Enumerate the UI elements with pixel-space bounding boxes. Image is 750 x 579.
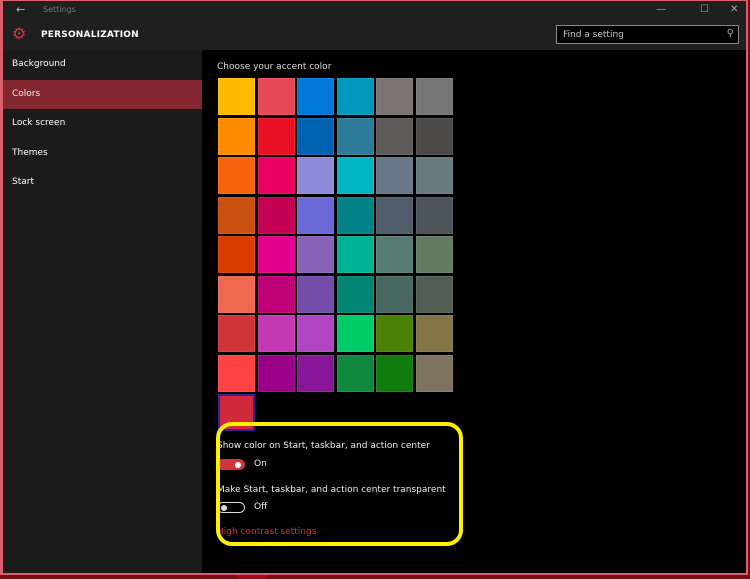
- color-swatch[interactable]: [257, 315, 295, 352]
- transparent-toggle[interactable]: [217, 502, 245, 513]
- color-swatch[interactable]: [218, 78, 255, 115]
- sidebar-item-themes[interactable]: Themes: [3, 139, 202, 169]
- color-swatch[interactable]: [415, 354, 453, 392]
- sidebar-item-background[interactable]: Background: [3, 50, 202, 80]
- transparent-state: Off: [254, 502, 268, 512]
- color-swatch[interactable]: [415, 78, 453, 115]
- color-swatch[interactable]: [297, 157, 334, 194]
- title-bar: ← Settings — ☐ ✕: [3, 1, 746, 21]
- color-swatch[interactable]: [415, 117, 453, 155]
- transparent-label: Make Start, taskbar, and action center t…: [217, 485, 446, 495]
- color-swatch[interactable]: [415, 275, 453, 313]
- color-swatch[interactable]: [376, 236, 413, 273]
- toggle-knob: [235, 461, 241, 468]
- color-swatch[interactable]: [297, 315, 334, 352]
- show-color-label: Show color on Start, taskbar, and action…: [217, 441, 430, 451]
- color-swatch[interactable]: [336, 315, 374, 352]
- color-swatch[interactable]: [376, 275, 413, 313]
- color-swatch[interactable]: [257, 275, 295, 313]
- color-swatch[interactable]: [218, 117, 255, 155]
- color-swatch[interactable]: [257, 78, 295, 115]
- color-swatch[interactable]: [376, 157, 413, 194]
- color-swatch[interactable]: [218, 275, 255, 313]
- color-swatch[interactable]: [257, 236, 295, 273]
- color-swatch[interactable]: [218, 354, 255, 392]
- show-color-state: On: [254, 459, 267, 469]
- show-color-toggle[interactable]: [217, 459, 245, 470]
- color-swatch[interactable]: [218, 236, 255, 273]
- color-swatch[interactable]: [376, 354, 413, 392]
- color-swatch[interactable]: [336, 78, 374, 115]
- accent-color-grid: [218, 78, 453, 431]
- close-icon[interactable]: ✕: [730, 4, 738, 15]
- color-swatch[interactable]: [336, 275, 374, 313]
- color-swatch[interactable]: [297, 275, 334, 313]
- gear-icon: ⚙: [12, 24, 27, 43]
- color-swatch[interactable]: [257, 354, 295, 392]
- color-swatch[interactable]: [336, 196, 374, 234]
- color-swatch[interactable]: [257, 196, 295, 234]
- color-swatch[interactable]: [218, 315, 255, 352]
- window-title: Settings: [43, 5, 76, 14]
- search-input[interactable]: [563, 28, 713, 41]
- app-header: ⚙ PERSONALIZATION ⚲: [3, 21, 746, 50]
- taskbar-accent: [237, 575, 267, 579]
- color-swatch[interactable]: [257, 157, 295, 194]
- sidebar-item-lock-screen[interactable]: Lock screen: [3, 109, 202, 139]
- minimize-icon[interactable]: —: [656, 4, 666, 15]
- color-swatch[interactable]: [376, 78, 413, 115]
- color-swatch[interactable]: [415, 157, 453, 194]
- main-content: Choose your accent color Show color on S…: [202, 50, 746, 573]
- color-swatch[interactable]: [218, 196, 255, 234]
- color-swatch[interactable]: [297, 196, 334, 234]
- page-title: PERSONALIZATION: [41, 30, 139, 40]
- maximize-icon[interactable]: ☐: [700, 4, 709, 15]
- color-swatch[interactable]: [376, 315, 413, 352]
- color-swatch[interactable]: [415, 236, 453, 273]
- color-swatch[interactable]: [257, 117, 295, 155]
- color-swatch[interactable]: [297, 117, 334, 155]
- color-swatch[interactable]: [336, 354, 374, 392]
- search-icon[interactable]: ⚲: [727, 28, 734, 39]
- color-swatch[interactable]: [336, 157, 374, 194]
- sidebar-item-colors[interactable]: Colors: [3, 79, 202, 109]
- color-swatch[interactable]: [336, 117, 374, 155]
- back-arrow-icon[interactable]: ←: [16, 3, 25, 16]
- toggle-knob: [221, 504, 227, 511]
- color-swatch[interactable]: [297, 354, 334, 392]
- color-swatch[interactable]: [415, 315, 453, 352]
- color-swatch[interactable]: [218, 157, 255, 194]
- color-swatch[interactable]: [336, 236, 374, 273]
- search-box[interactable]: ⚲: [556, 25, 739, 44]
- high-contrast-link[interactable]: High contrast settings: [217, 527, 316, 537]
- settings-window: ← Settings — ☐ ✕ ⚙ PERSONALIZATION ⚲ Bac…: [0, 0, 748, 575]
- color-swatch[interactable]: [297, 236, 334, 273]
- color-swatch[interactable]: [218, 394, 255, 431]
- sidebar-item-start[interactable]: Start: [3, 168, 202, 198]
- color-swatch[interactable]: [376, 117, 413, 155]
- color-swatch[interactable]: [415, 196, 453, 234]
- color-swatch[interactable]: [376, 196, 413, 234]
- color-swatch[interactable]: [297, 78, 334, 115]
- sidebar: Background Colors Lock screen Themes Sta…: [3, 50, 202, 573]
- accent-color-heading: Choose your accent color: [217, 62, 332, 72]
